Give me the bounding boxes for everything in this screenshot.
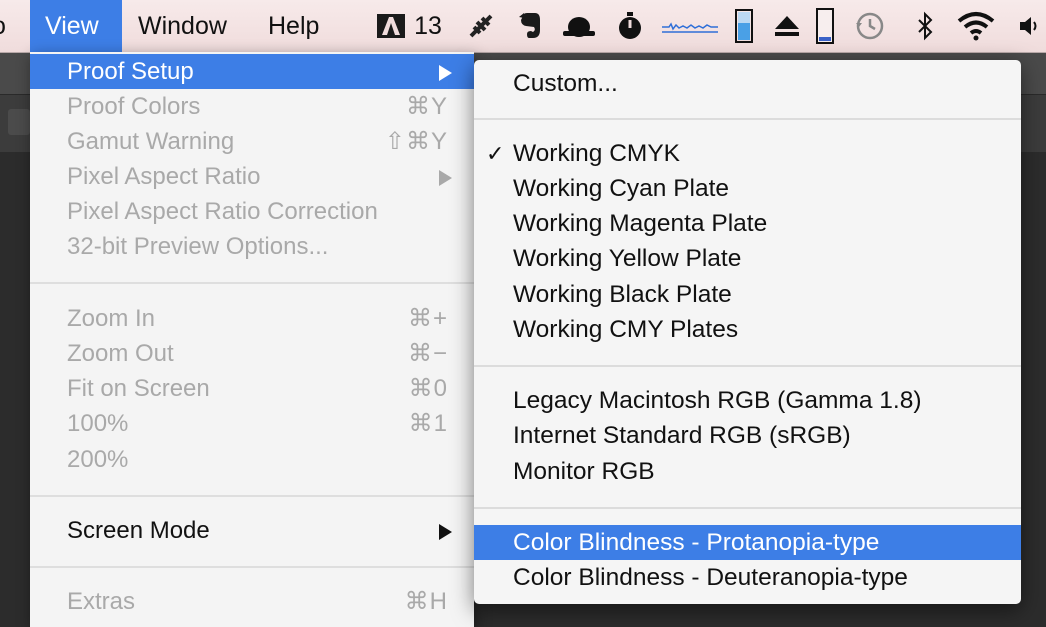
proof-setup-submenu: Custom... ✓ Working CMYK Working Cyan Pl…: [474, 60, 1021, 604]
submenu-item-label: Working Black Plate: [513, 281, 732, 308]
eject-icon[interactable]: [770, 0, 804, 52]
feather-icon[interactable]: [466, 0, 496, 52]
submenu-item-label: Color Blindness - Deuteranopia-type: [513, 564, 908, 591]
submenu-item-label: Working CMYK: [513, 140, 681, 167]
submenu-item-label: Color Blindness - Protanopia-type: [513, 529, 880, 556]
submenu-item-working-cmy-plates[interactable]: Working CMY Plates: [474, 312, 1021, 347]
menu-separator: [30, 495, 474, 497]
menu-item-shortcut: ⌘+: [407, 305, 448, 332]
submenu-item-label: Working Magenta Plate: [513, 210, 768, 237]
menu-item-zoom-out[interactable]: Zoom Out ⌘−: [30, 336, 474, 371]
submenu-item-label: Working Yellow Plate: [513, 245, 742, 272]
menu-item-pixel-aspect-ratio[interactable]: Pixel Aspect Ratio: [30, 159, 474, 194]
menu-separator: [30, 566, 474, 568]
submenu-item-label: Working CMY Plates: [513, 316, 739, 343]
submenu-arrow-icon: [439, 54, 452, 89]
menu-item-proof-colors[interactable]: Proof Colors ⌘Y: [30, 89, 474, 124]
evernote-icon[interactable]: [515, 0, 545, 52]
menu-separator: [30, 282, 474, 284]
submenu-item-label: Internet Standard RGB (sRGB): [513, 422, 851, 449]
menu-item-label: Zoom In: [67, 305, 156, 332]
menu-item-proof-setup[interactable]: Proof Setup: [30, 54, 474, 89]
checkmark-icon: ✓: [486, 141, 505, 166]
submenu-item-custom[interactable]: Custom...: [474, 66, 1021, 101]
menu-item-label: Proof Colors: [67, 93, 201, 120]
menu-item-extras[interactable]: Extras ⌘H: [30, 584, 474, 619]
menu-item-label: Screen Mode: [67, 517, 210, 544]
volume-icon[interactable]: [1014, 0, 1046, 52]
menu-item-label: Gamut Warning: [67, 128, 235, 155]
submenu-item-working-yellow-plate[interactable]: Working Yellow Plate: [474, 241, 1021, 276]
submenu-item-monitor-rgb[interactable]: Monitor RGB: [474, 454, 1021, 489]
menu-item-label: Proof Setup: [67, 58, 194, 85]
submenu-arrow-icon: [439, 159, 452, 194]
menu-item-zoom-in[interactable]: Zoom In ⌘+: [30, 301, 474, 336]
menu-separator: [474, 507, 1021, 509]
menu-item-label: Pixel Aspect Ratio: [67, 163, 261, 190]
wifi-icon[interactable]: [954, 0, 998, 52]
submenu-arrow-icon: [439, 513, 452, 548]
menu-item-partial[interactable]: o: [0, 0, 12, 52]
menu-item-shortcut: ⌘H: [404, 588, 448, 615]
menu-help[interactable]: Help: [268, 0, 319, 52]
bluetooth-icon[interactable]: [912, 0, 938, 52]
timer-icon[interactable]: [615, 0, 645, 52]
adobe-icon[interactable]: [374, 0, 408, 52]
submenu-item-working-black-plate[interactable]: Working Black Plate: [474, 277, 1021, 312]
battery-empty-icon[interactable]: [814, 0, 836, 52]
submenu-item-label: Custom...: [513, 70, 618, 97]
menu-item-shortcut: ⇧⌘Y: [384, 128, 448, 155]
menu-item-label: Zoom Out: [67, 340, 174, 367]
menu-item-label: 100%: [67, 410, 129, 437]
hat-icon[interactable]: [560, 0, 598, 52]
audio-meter-icon[interactable]: [659, 0, 721, 52]
adobe-badge: 13: [414, 11, 442, 40]
menu-item-shortcut: ⌘−: [407, 340, 448, 367]
menu-item-shortcut: ⌘0: [408, 375, 448, 402]
menu-separator: [474, 365, 1021, 367]
submenu-item-legacy-mac-rgb[interactable]: Legacy Macintosh RGB (Gamma 1.8): [474, 383, 1021, 418]
submenu-item-label: Working Cyan Plate: [513, 175, 730, 202]
menu-view-label: View: [45, 12, 99, 40]
menu-item-label: Pixel Aspect Ratio Correction: [67, 198, 378, 225]
menu-separator: [474, 118, 1021, 120]
menu-item-label: 32-bit Preview Options...: [67, 233, 329, 260]
menu-item-32bit-preview-options[interactable]: 32-bit Preview Options...: [30, 229, 474, 264]
menu-item-200-percent[interactable]: 200%: [30, 442, 474, 477]
menu-item-shortcut: ⌘1: [408, 410, 448, 437]
menu-window[interactable]: Window: [138, 0, 227, 52]
view-menu: Proof Setup Proof Colors ⌘Y Gamut Warnin…: [30, 52, 474, 627]
menu-bar: o View Window Help 13: [0, 0, 1046, 53]
submenu-item-working-cyan-plate[interactable]: Working Cyan Plate: [474, 171, 1021, 206]
menu-item-fit-on-screen[interactable]: Fit on Screen ⌘0: [30, 371, 474, 406]
menu-item-pixel-aspect-ratio-correction[interactable]: Pixel Aspect Ratio Correction: [30, 194, 474, 229]
menu-help-label: Help: [268, 12, 320, 40]
menu-view[interactable]: View: [30, 0, 122, 52]
menu-item-100-percent[interactable]: 100% ⌘1: [30, 406, 474, 441]
time-machine-icon[interactable]: [853, 0, 887, 52]
submenu-item-working-cmyk[interactable]: ✓ Working CMYK: [474, 136, 1021, 171]
menu-window-label: Window: [138, 12, 227, 40]
menu-item-label: Extras: [67, 588, 136, 615]
battery-icon[interactable]: [733, 0, 755, 52]
submenu-item-internet-standard-rgb[interactable]: Internet Standard RGB (sRGB): [474, 418, 1021, 453]
submenu-item-working-magenta-plate[interactable]: Working Magenta Plate: [474, 206, 1021, 241]
menu-item-label: Fit on Screen: [67, 375, 210, 402]
submenu-item-label: Monitor RGB: [513, 458, 655, 485]
menu-item-shortcut: ⌘Y: [405, 93, 448, 120]
menu-item-screen-mode[interactable]: Screen Mode: [30, 513, 474, 548]
submenu-item-label: Legacy Macintosh RGB (Gamma 1.8): [513, 387, 922, 414]
submenu-item-deuteranopia[interactable]: Color Blindness - Deuteranopia-type: [474, 560, 1021, 595]
submenu-item-protanopia[interactable]: Color Blindness - Protanopia-type: [474, 525, 1021, 560]
tool-placeholder: [8, 109, 30, 135]
menu-item-gamut-warning[interactable]: Gamut Warning ⇧⌘Y: [30, 124, 474, 159]
menu-item-label: 200%: [67, 446, 129, 473]
